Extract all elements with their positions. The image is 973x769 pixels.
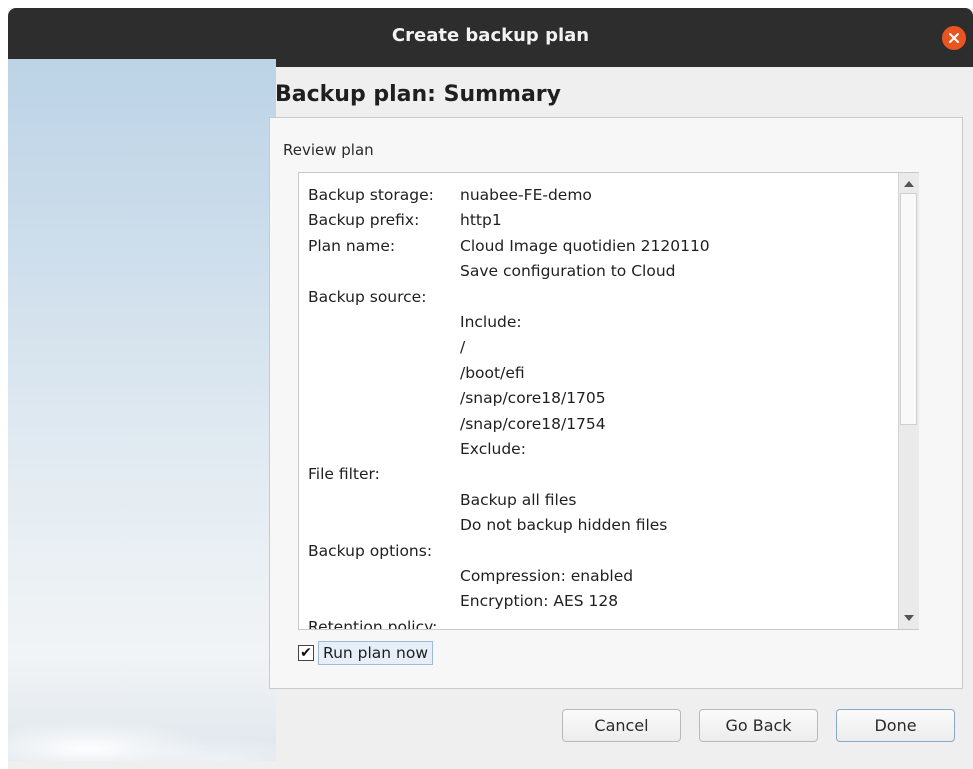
review-row-key: Backup prefix: [308, 211, 420, 230]
sky-background-image [8, 59, 276, 761]
run-plan-now-label[interactable]: Run plan now [318, 641, 434, 665]
cancel-button[interactable]: Cancel [562, 709, 681, 742]
review-row-value: Include: [460, 313, 522, 331]
vertical-scrollbar[interactable] [898, 173, 919, 629]
run-plan-now-checkbox[interactable]: ✔ [298, 645, 314, 661]
review-text-area[interactable]: Backup storage: nuabee-FE-demo Backup pref… [298, 172, 919, 630]
go-back-button[interactable]: Go Back [699, 709, 818, 742]
review-row-key: Backup storage: [308, 186, 434, 204]
review-row-value: /snap/core18/1705 [460, 389, 606, 408]
scrollbar-thumb[interactable] [900, 193, 917, 425]
review-row-value: http1 [460, 211, 502, 230]
close-icon [949, 33, 959, 43]
checkmark-icon: ✔ [300, 645, 312, 661]
review-row-key: Backup source: [308, 287, 427, 306]
review-row-value: Cloud Image quotidien 2120110 [460, 236, 710, 255]
review-row-value: Compression: enabled [460, 567, 634, 585]
review-row-key: File filter: [308, 465, 380, 484]
review-row-value: /boot/efi [460, 363, 525, 382]
review-content: Backup storage: nuabee-FE-demo Backup pref… [299, 173, 899, 629]
review-row-key: Plan name: [308, 236, 396, 255]
close-button[interactable] [942, 26, 966, 50]
review-plan-label: Review plan [283, 141, 374, 159]
arrow-down-icon [904, 615, 914, 621]
review-row-key: Retention policy: [308, 617, 438, 629]
scroll-down-button[interactable] [899, 609, 919, 627]
review-row-value: Do not backup hidden files [460, 516, 668, 535]
arrow-up-icon [904, 181, 914, 187]
run-plan-now-option[interactable]: ✔ Run plan now [298, 640, 434, 666]
page-title: Backup plan: Summary [275, 82, 561, 107]
review-row-value: Backup all files [460, 490, 577, 509]
review-row-value: / [460, 338, 466, 357]
done-button[interactable]: Done [836, 709, 955, 742]
review-row-key: Backup options: [308, 541, 433, 560]
window-title: Create backup plan [391, 25, 590, 46]
review-row-value: Save configuration to Cloud [460, 262, 676, 281]
scroll-up-button[interactable] [899, 175, 919, 193]
review-row-value: Encryption: AES 128 [460, 592, 619, 611]
review-row-value: /snap/core18/1754 [460, 414, 606, 433]
review-row-value: nuabee-FE-demo [460, 186, 592, 204]
review-row-value: Exclude: [460, 440, 526, 458]
